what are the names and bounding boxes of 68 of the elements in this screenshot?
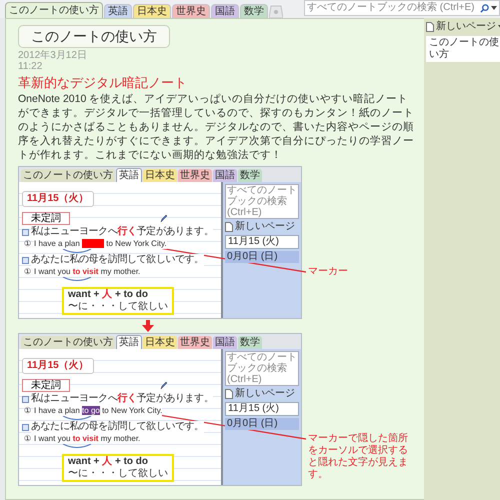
checkbox-icon[interactable] xyxy=(22,256,29,264)
japanese-sentence: あなたに私の母を訪問して欲しいです。 xyxy=(31,421,204,433)
page-date: 2012年3月12日 xyxy=(18,50,88,61)
page-tab[interactable]: 0月0日 (日) xyxy=(225,418,299,430)
page-title: このノートの使い方 xyxy=(18,25,170,48)
page-icon xyxy=(225,389,233,399)
page-icon xyxy=(426,22,434,32)
english-sentence: I have a plan to New York City. xyxy=(34,238,167,249)
search-field[interactable]: すべてのノートブックの検索 (Ctrl+E) xyxy=(225,351,299,386)
caret-icon[interactable] xyxy=(491,6,497,10)
pen-icon xyxy=(160,214,168,223)
circled-number: ① xyxy=(24,433,31,444)
section-tab[interactable]: 英語 xyxy=(116,168,142,182)
search-field[interactable]: すべてのノートブックの検索 (Ctrl+E) xyxy=(304,0,500,16)
paragraph: OneNote 2010 を使えば、アイデアいっぱいの自分だけの使いやすい暗記ノートができます。デジタルで一括管理しているので、探すのもカンタン！紙のノートのようにかさばることもありません。デジタルなので、書いた内容やページの順序を入れ替えたりがすぐにできます。アイデア次第で自分にぴったりの学習ノートが作れます。これまでにない画期的な勉強法です！ xyxy=(18,92,415,162)
tag-label: 未定詞 xyxy=(22,379,70,392)
section-tab[interactable]: 日本史 xyxy=(143,336,177,349)
formula: want + 人 + to do xyxy=(68,456,150,468)
checkbox-icon[interactable] xyxy=(22,424,29,430)
section-tab[interactable]: 数学 xyxy=(240,4,268,18)
japanese-sentence: あなたに私の母を訪問して欲しいです。 xyxy=(31,254,204,266)
meaning: 〜に・・・して欲しい xyxy=(68,301,168,313)
section-tab[interactable]: 英語 xyxy=(116,335,142,349)
formula: want + 人 + to do xyxy=(68,289,150,301)
section-tab[interactable]: 日本史 xyxy=(133,4,171,18)
tag-label: 未定詞 xyxy=(22,212,70,225)
search-field[interactable]: すべてのノートブックの検索 (Ctrl+E) xyxy=(225,184,299,219)
section-tab[interactable]: 世界史 xyxy=(178,336,212,349)
circled-number: ① xyxy=(24,405,31,416)
section-tab[interactable]: 国語 xyxy=(213,169,237,182)
callout-text: マーカーで隠した箇所をカーソルで選択すると隠れた文字が見えます。 xyxy=(308,432,409,482)
section-tab[interactable]: 国語 xyxy=(213,336,237,349)
circled-number: ① xyxy=(24,266,31,277)
section-tab[interactable]: 日本史 xyxy=(143,169,177,182)
page-title: 11月15（火） xyxy=(22,358,94,374)
callout-text: マーカー xyxy=(308,265,349,279)
section-tab[interactable]: このノートの使い方 xyxy=(5,2,103,18)
search-icon[interactable] xyxy=(480,4,489,12)
english-sentence: I have a plan to go to New York City. xyxy=(34,405,162,416)
page-tab[interactable]: 11月15 (火) xyxy=(225,235,299,249)
japanese-sentence: 私はニューヨークへ行く 予定があります。 xyxy=(31,393,214,405)
new-page-button[interactable]: 新しいページ xyxy=(235,388,295,400)
section-tab[interactable]: 世界史 xyxy=(172,4,210,18)
section-tab[interactable]: 数学 xyxy=(238,169,262,182)
new-page-button[interactable]: 新しいページ xyxy=(235,221,295,233)
section-tab[interactable]: 世界史 xyxy=(178,169,212,182)
page-icon xyxy=(225,222,233,232)
section-tab[interactable]: 国語 xyxy=(211,4,239,18)
new-page-button[interactable]: 新しいページ xyxy=(436,21,496,33)
japanese-sentence: 私はニューヨークへ行く 予定があります。 xyxy=(31,226,214,238)
circled-number: ① xyxy=(24,238,31,249)
english-sentence: I want you to visit my mother. xyxy=(34,266,140,277)
meaning: 〜に・・・して欲しい xyxy=(68,468,168,480)
page-title: 11月15（火） xyxy=(22,191,94,207)
page-tab[interactable]: 0月0日 (日) xyxy=(225,251,299,263)
section-tab[interactable]: 数学 xyxy=(238,336,262,349)
section-tab[interactable]: 英語 xyxy=(104,4,132,18)
section-tab[interactable]: このノートの使い方 xyxy=(21,169,115,182)
page-tab[interactable]: 11月15 (火) xyxy=(225,402,299,416)
page-time: 11:22 xyxy=(18,61,44,72)
checkbox-icon[interactable] xyxy=(22,228,29,236)
page-tab[interactable]: このノートの使い方 xyxy=(426,36,500,62)
pen-icon xyxy=(160,381,168,390)
english-sentence: I want you to visit my mother. xyxy=(34,433,140,444)
checkbox-icon[interactable] xyxy=(22,396,29,402)
section-tab[interactable]: このノートの使い方 xyxy=(21,336,115,349)
heading: 革新的なデジタル暗記ノート xyxy=(18,75,188,91)
down-arrow xyxy=(142,320,154,332)
